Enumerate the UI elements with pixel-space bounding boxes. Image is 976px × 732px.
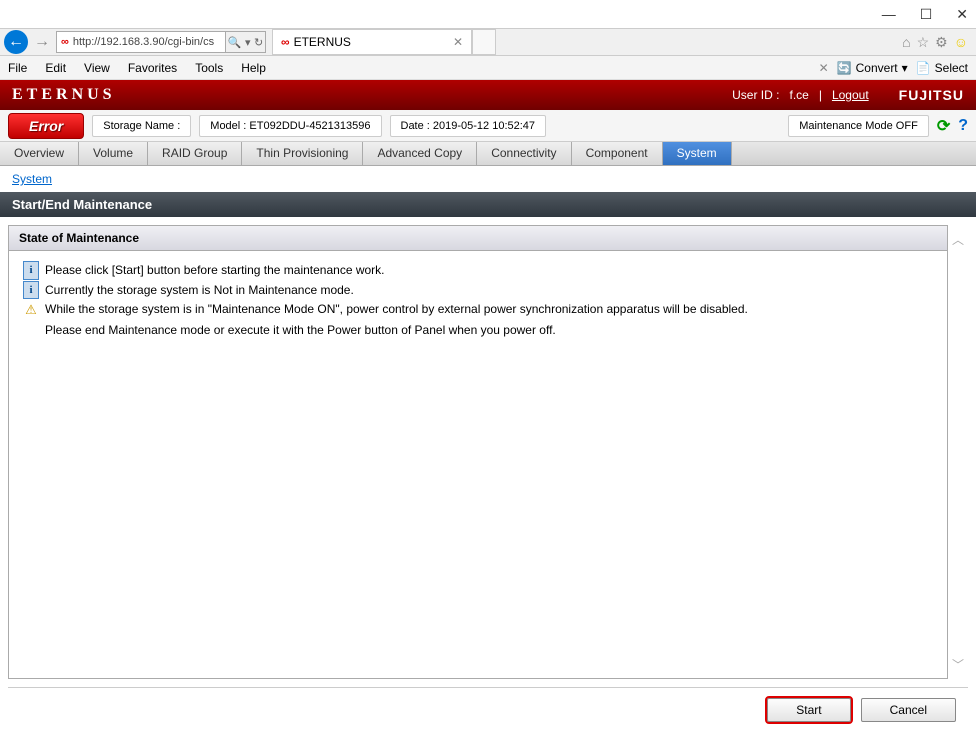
menu-view[interactable]: View	[84, 61, 110, 75]
tab-close-icon[interactable]: ✕	[453, 35, 463, 49]
info-message-2: i Currently the storage system is Not in…	[23, 281, 933, 300]
tab-advanced-copy[interactable]: Advanced Copy	[363, 142, 477, 165]
footer-buttons: Start Cancel	[0, 688, 976, 732]
browser-tab[interactable]: ∞ ETERNUS ✕	[272, 29, 472, 55]
smiley-icon[interactable]: ☺	[954, 34, 968, 51]
select-icon: 📄	[916, 61, 931, 75]
msg3-continuation: Please end Maintenance mode or execute i…	[45, 321, 933, 339]
breadcrumb-system[interactable]: System	[12, 172, 52, 186]
dropdown-icon[interactable]: ▾	[245, 36, 251, 49]
convert-label: Convert	[856, 61, 898, 75]
menu-favorites[interactable]: Favorites	[128, 61, 177, 75]
user-id: f.ce	[789, 88, 808, 102]
home-icon[interactable]: ⌂	[902, 34, 910, 51]
storage-name-box: Storage Name :	[92, 115, 191, 137]
tab-overview[interactable]: Overview	[0, 142, 79, 165]
error-badge: Error	[8, 113, 84, 139]
section-title: Start/End Maintenance	[0, 192, 976, 217]
convert-icon: 🔄	[837, 61, 852, 75]
url-input[interactable]: ∞ http://192.168.3.90/cgi-bin/cs	[56, 31, 226, 53]
forward-button[interactable]: →	[32, 29, 52, 55]
select-label: Select	[935, 61, 968, 75]
tab-system[interactable]: System	[663, 142, 732, 165]
menu-file[interactable]: File	[8, 61, 27, 75]
minimize-button[interactable]: —	[882, 6, 896, 22]
tab-connectivity[interactable]: Connectivity	[477, 142, 571, 165]
info-icon: i	[23, 261, 39, 280]
menu-help[interactable]: Help	[241, 61, 266, 75]
panel-body: i Please click [Start] button before sta…	[9, 251, 947, 349]
state-panel: State of Maintenance i Please click [Sta…	[8, 225, 948, 679]
content-area: State of Maintenance i Please click [Sta…	[0, 217, 976, 687]
back-button[interactable]: ←	[4, 30, 28, 54]
favicon-icon: ∞	[61, 36, 69, 48]
msg2-text: Currently the storage system is Not in M…	[45, 281, 354, 299]
window-controls: — ☐ ✕	[0, 0, 976, 28]
menu-bar: File Edit View Favorites Tools Help ✕ 🔄 …	[0, 56, 976, 80]
app-header: ETERNUS User ID : f.ce | Logout FUJITSU	[0, 80, 976, 110]
app-logo: ETERNUS	[12, 86, 116, 104]
msg1-text: Please click [Start] button before start…	[45, 261, 385, 279]
tab-thin-provisioning[interactable]: Thin Provisioning	[242, 142, 363, 165]
date-box: Date : 2019-05-12 10:52:47	[390, 115, 547, 137]
maximize-button[interactable]: ☐	[920, 6, 933, 23]
url-text: http://192.168.3.90/cgi-bin/cs	[73, 36, 214, 48]
warning-message: ⚠ While the storage system is in "Mainte…	[23, 300, 933, 320]
scroll-down-icon[interactable]: ﹀	[952, 656, 964, 673]
vendor-logo: FUJITSU	[899, 87, 964, 103]
menu-tools[interactable]: Tools	[195, 61, 223, 75]
new-tab-button[interactable]	[472, 29, 496, 55]
select-button[interactable]: 📄 Select	[916, 61, 968, 75]
search-refresh-box[interactable]: 🔍 ▾ ↻	[226, 31, 266, 53]
menu-edit[interactable]: Edit	[45, 61, 66, 75]
main-tabs: Overview Volume RAID Group Thin Provisio…	[0, 142, 976, 166]
cancel-button[interactable]: Cancel	[861, 698, 956, 722]
refresh-icon[interactable]: ↻	[254, 36, 263, 49]
tab-title: ETERNUS	[294, 35, 351, 49]
panel-title: State of Maintenance	[9, 226, 947, 251]
search-icon[interactable]: 🔍	[228, 36, 242, 49]
maintenance-mode-box: Maintenance Mode OFF	[788, 115, 929, 137]
browser-toolbar: ← → ∞ http://192.168.3.90/cgi-bin/cs 🔍 ▾…	[0, 28, 976, 56]
breadcrumb: System	[0, 166, 976, 192]
browser-icons: ⌂ ☆ ⚙ ☺	[902, 34, 976, 51]
start-button[interactable]: Start	[767, 698, 850, 722]
star-icon[interactable]: ☆	[917, 34, 930, 51]
msg3-text: While the storage system is in "Maintena…	[45, 300, 748, 318]
close-window-button[interactable]: ✕	[956, 6, 968, 23]
scroll-indicator: ︿ ﹀	[948, 225, 968, 679]
warning-icon: ⚠	[23, 300, 39, 320]
gear-icon[interactable]: ⚙	[935, 34, 948, 51]
refresh-icon[interactable]: ⟳	[937, 116, 950, 136]
help-icon[interactable]: ?	[958, 117, 968, 135]
info-message-1: i Please click [Start] button before sta…	[23, 261, 933, 280]
scroll-up-icon[interactable]: ︿	[952, 231, 964, 248]
tab-raid-group[interactable]: RAID Group	[148, 142, 242, 165]
logout-link[interactable]: Logout	[832, 88, 869, 102]
info-icon: i	[23, 281, 39, 300]
model-box: Model : ET092DDU-4521313596	[199, 115, 381, 137]
dropdown-icon: ▾	[902, 61, 908, 75]
menu-close-x[interactable]: ✕	[819, 61, 829, 75]
tab-volume[interactable]: Volume	[79, 142, 148, 165]
tab-favicon-icon: ∞	[281, 35, 290, 49]
user-label: User ID :	[732, 88, 779, 102]
status-bar: Error Storage Name : Model : ET092DDU-45…	[0, 110, 976, 142]
convert-button[interactable]: 🔄 Convert ▾	[837, 61, 908, 75]
tab-component[interactable]: Component	[572, 142, 663, 165]
